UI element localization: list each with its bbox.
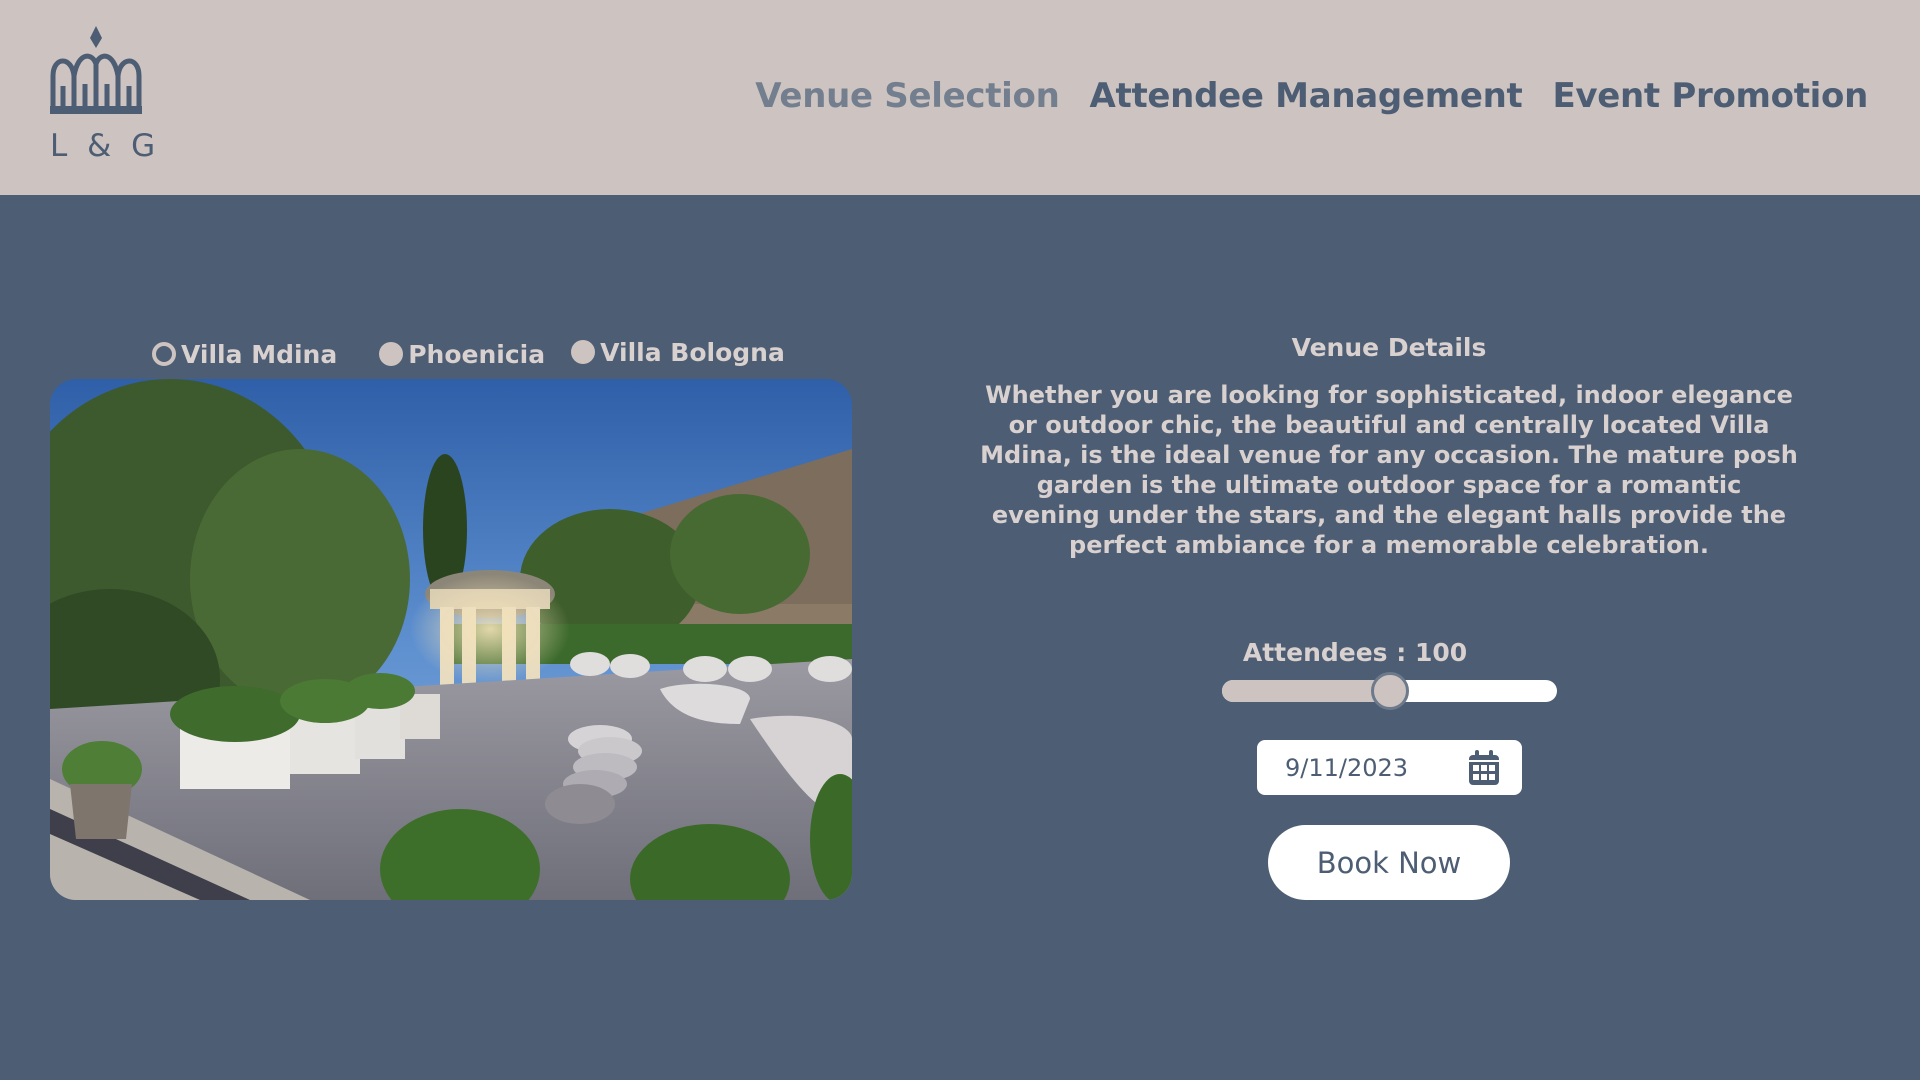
venue-radio-group: Villa Mdina Phoenicia Villa Bologna [152,334,785,374]
attendees-slider[interactable] [1222,672,1557,710]
slider-fill [1222,680,1390,702]
venue-option-label: Phoenicia [408,339,546,369]
venue-option-label: Villa Bologna [600,337,785,367]
nav-attendee-management[interactable]: Attendee Management [1090,76,1523,116]
venue-option-label: Villa Mdina [181,339,338,369]
nav-venue-selection[interactable]: Venue Selection [755,76,1060,116]
main-nav: Venue Selection Attendee Management Even… [755,76,1868,116]
venue-description: Whether you are looking for sophisticate… [980,381,1798,559]
brand-text: L & G [50,128,161,164]
event-date-field[interactable]: 9/11/2023 [1257,740,1522,795]
brand-logo[interactable]: L & G [50,24,155,164]
venue-option-phoenicia[interactable]: Phoenicia [379,340,545,369]
radio-button[interactable] [571,340,596,364]
radio-button[interactable] [379,342,404,366]
calendar-icon[interactable] [1468,749,1500,786]
venue-option-villa-mdina[interactable]: Villa Mdina [152,340,337,369]
venue-photo [50,379,852,900]
date-value[interactable]: 9/11/2023 [1285,754,1408,782]
radio-button[interactable] [152,342,176,366]
crown-icon [50,24,142,116]
slider-thumb[interactable] [1370,672,1409,710]
attendees-label: Attendees : 100 [1242,638,1468,667]
venue-option-villa-bologna[interactable]: Villa Bologna [571,338,785,367]
venue-details-title: Venue Details [1291,333,1487,362]
nav-event-promotion[interactable]: Event Promotion [1552,76,1868,116]
top-header: L & G Venue Selection Attendee Managemen… [0,0,1920,195]
book-now-button[interactable]: Book Now [1268,825,1510,900]
